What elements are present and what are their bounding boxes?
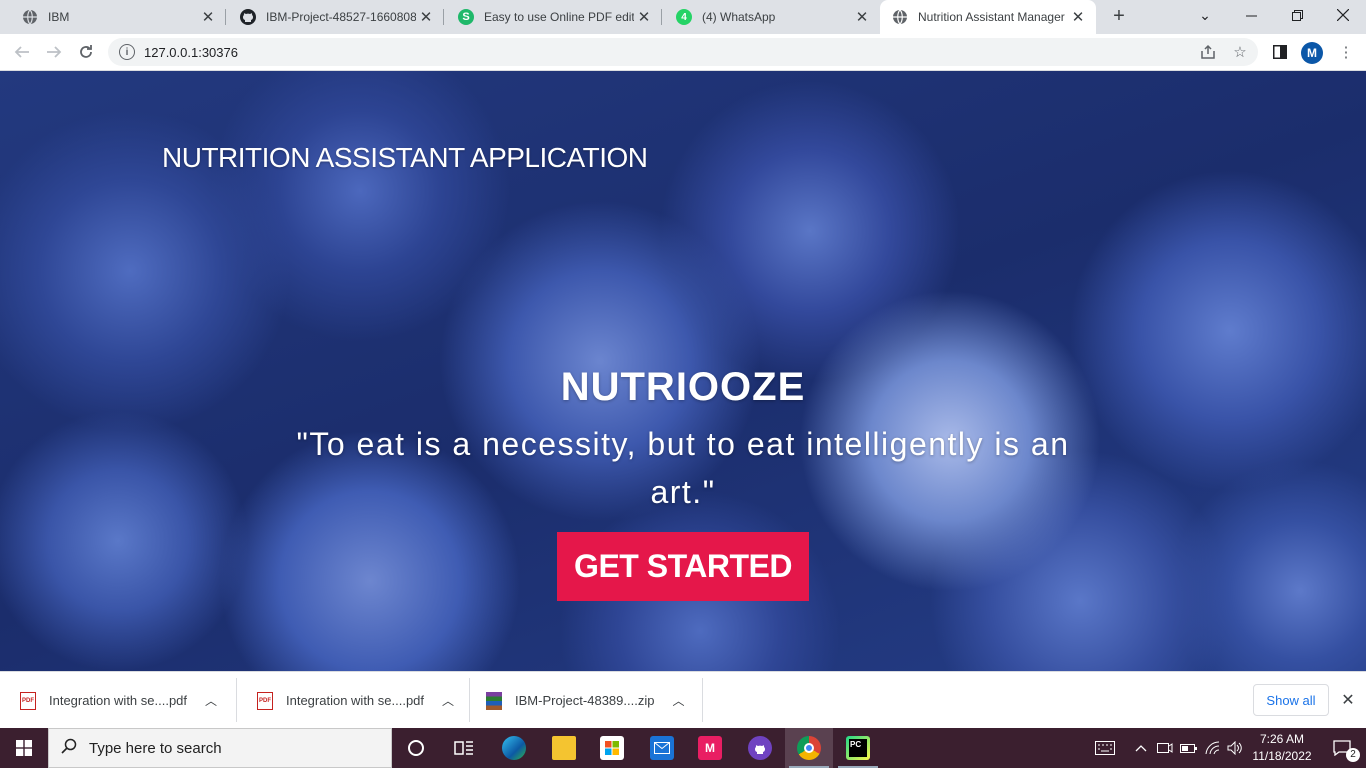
restore-button[interactable] [1274,0,1320,30]
download-filename: IBM-Project-48389....zip [515,693,655,708]
keyboard-icon[interactable] [1092,728,1118,768]
address-bar[interactable]: i 127.0.0.1:30376 [108,38,1258,66]
tagline-quote: "To eat is a necessity, but to eat intel… [296,426,1070,510]
chevron-up-icon[interactable] [1132,728,1150,768]
microsoft-store-icon[interactable] [588,728,636,768]
reload-button[interactable] [74,40,98,64]
close-tab-icon[interactable]: ✕ [416,8,436,26]
github-icon [240,9,256,25]
tab-title: (4) WhatsApp [702,10,776,24]
pdf-file-icon: PDF [257,691,273,710]
get-started-button[interactable]: GET STARTED [557,532,809,601]
notification-badge: 2 [1346,748,1360,762]
volume-icon[interactable] [1224,728,1246,768]
close-icon[interactable]: ✕ [1338,690,1358,710]
file-explorer-icon[interactable] [540,728,588,768]
download-item[interactable]: PDF Integration with se....pdf ︿ [0,672,237,729]
site-info-icon[interactable]: i [119,44,135,60]
back-button[interactable] [10,40,34,64]
download-shelf: PDF Integration with se....pdf ︿ PDF Int… [0,671,1366,728]
whatsapp-icon: 4 [676,9,692,25]
divider [702,678,703,722]
tab-pdf-editor[interactable]: S Easy to use Online PDF editor ✕ [436,0,662,34]
wifi-icon[interactable] [1202,728,1224,768]
profile-avatar[interactable]: M [1301,42,1323,64]
cortana-icon[interactable] [392,728,440,768]
tab-search-icon[interactable]: ⌄ [1182,0,1228,30]
show-all-downloads-button[interactable]: Show all [1253,684,1329,716]
chrome-icon[interactable] [785,728,833,768]
sejda-icon: S [458,9,474,25]
mail-icon[interactable] [638,728,686,768]
bookmark-star-icon[interactable]: ☆ [1230,42,1250,62]
forward-button[interactable] [42,40,66,64]
system-clock[interactable]: 7:26 AM 11/18/2022 [1244,731,1320,765]
tab-title: Easy to use Online PDF editor [484,10,634,24]
pdf-file-icon: PDF [20,691,36,710]
tab-title: Nutrition Assistant Manager [918,10,1065,24]
office-m-icon[interactable]: M [686,728,734,768]
meet-now-icon[interactable] [1154,728,1176,768]
tab-title: IBM-Project-48527-16608085 [266,10,416,24]
minimize-button[interactable] [1228,0,1274,30]
globe-icon [892,9,908,25]
address-url[interactable]: 127.0.0.1:30376 [144,45,238,60]
hero-section: NUTRITION ASSISTANT APPLICATION NUTRIOOZ… [0,71,1366,671]
clock-time: 7:26 AM [1259,732,1305,746]
menu-icon[interactable]: ⋮ [1336,42,1356,62]
zip-archive-icon [486,691,502,710]
tab-github[interactable]: IBM-Project-48527-16608085 ✕ [218,0,444,34]
close-window-button[interactable] [1320,0,1366,30]
download-filename: Integration with se....pdf [49,693,188,708]
close-tab-icon[interactable]: ✕ [198,8,218,26]
close-tab-icon[interactable]: ✕ [852,8,872,26]
download-item[interactable]: IBM-Project-48389....zip ︿ [470,672,703,729]
taskbar-search[interactable]: Type here to search [48,728,392,768]
pycharm-icon[interactable]: PC [834,728,882,768]
chevron-up-icon[interactable]: ︿ [672,692,684,709]
globe-icon [22,9,38,25]
edge-icon[interactable] [490,728,538,768]
github-desktop-icon[interactable] [736,728,784,768]
notification-center-icon[interactable]: 2 [1322,728,1362,768]
tab-whatsapp[interactable]: 4 (4) WhatsApp ✕ [654,0,880,34]
close-tab-icon[interactable]: ✕ [1068,8,1088,26]
tab-strip: IBM ✕ IBM-Project-48527-16608085 ✕ S Eas… [0,0,1366,34]
brand-name: NUTRIOOZE [560,365,806,409]
download-item[interactable]: PDF Integration with se....pdf ︿ [237,672,470,729]
download-filename: Integration with se....pdf [286,693,425,708]
tab-title: IBM [48,10,70,24]
share-icon[interactable] [1198,42,1218,62]
clock-date: 11/18/2022 [1252,749,1312,763]
windows-start-button[interactable] [0,728,48,768]
new-tab-button[interactable]: + [1108,6,1130,28]
windows-taskbar: Type here to search M PC 7:26 AM 11/18/2… [0,728,1366,768]
side-panel-icon[interactable] [1270,42,1290,62]
tab-nutrition-assistant[interactable]: Nutrition Assistant Manager ✕ [880,0,1096,34]
chevron-up-icon[interactable]: ︿ [205,692,217,709]
tab-ibm[interactable]: IBM ✕ [0,0,226,34]
app-title: NUTRITION ASSISTANT APPLICATION [162,142,648,173]
search-placeholder: Type here to search [89,739,222,757]
browser-toolbar: i 127.0.0.1:30376 ☆ M ⋮ [0,34,1366,71]
battery-icon[interactable] [1178,728,1200,768]
task-view-icon[interactable] [440,728,488,768]
search-icon [61,738,81,759]
close-tab-icon[interactable]: ✕ [634,8,654,26]
chevron-up-icon[interactable]: ︿ [442,692,454,709]
